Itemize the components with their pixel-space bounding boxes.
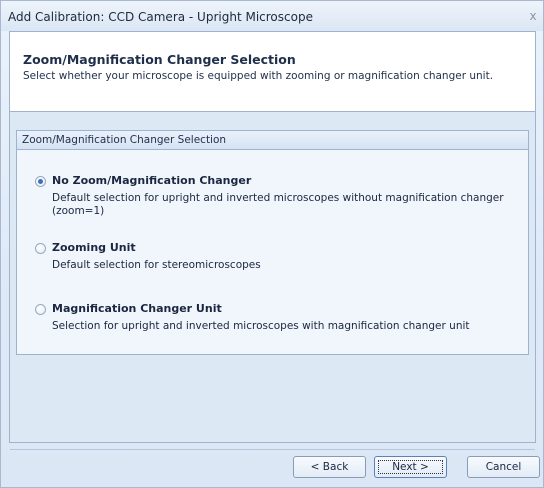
radio-no-zoom[interactable]	[35, 176, 46, 187]
radio-zooming-unit[interactable]	[35, 243, 46, 254]
option-description: Selection for upright and inverted micro…	[52, 320, 470, 332]
next-button[interactable]: Next >	[374, 456, 447, 478]
option-label[interactable]: Magnification Changer Unit	[52, 302, 222, 315]
window-title: Add Calibration: CCD Camera - Upright Mi…	[8, 10, 313, 24]
page-title: Zoom/Magnification Changer Selection	[23, 52, 296, 67]
page-subtitle: Select whether your microscope is equipp…	[23, 70, 494, 82]
option-description: Default selection for upright and invert…	[52, 192, 504, 217]
option-description: Default selection for stereomicroscopes	[52, 259, 261, 271]
option-label[interactable]: No Zoom/Magnification Changer	[52, 174, 251, 187]
back-button[interactable]: < Back	[293, 456, 366, 478]
next-button-label: Next >	[378, 460, 443, 474]
option-label[interactable]: Zooming Unit	[52, 241, 136, 254]
title-bar[interactable]: Add Calibration: CCD Camera - Upright Mi…	[1, 1, 543, 31]
footer-divider	[10, 449, 535, 450]
wizard-content: Zoom/Magnification Changer Selection Sel…	[9, 31, 536, 443]
calibration-dialog: Add Calibration: CCD Camera - Upright Mi…	[0, 0, 544, 488]
close-icon[interactable]: x	[525, 8, 541, 24]
group-title: Zoom/Magnification Changer Selection	[17, 131, 528, 150]
wizard-header: Zoom/Magnification Changer Selection Sel…	[10, 32, 535, 112]
cancel-button[interactable]: Cancel	[467, 456, 540, 478]
selection-group: Zoom/Magnification Changer Selection No …	[16, 130, 529, 355]
radio-magnification-changer[interactable]	[35, 304, 46, 315]
